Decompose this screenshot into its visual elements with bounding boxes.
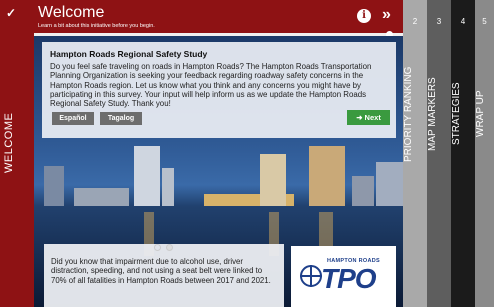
tab-number: 4	[460, 17, 466, 26]
fact-text: Did you know that impairment due to alco…	[51, 257, 271, 285]
building	[352, 176, 374, 206]
tab-priority-ranking[interactable]: 2 PRIORITY RANKING	[403, 0, 427, 307]
info-icon[interactable]: i	[357, 9, 371, 23]
espanol-button[interactable]: Español	[52, 112, 94, 125]
page-title: Welcome	[38, 4, 105, 21]
tab-map-markers[interactable]: 3 MAP MARKERS	[427, 0, 451, 307]
building	[44, 166, 64, 206]
intro-body: Do you feel safe traveling on roads in H…	[50, 62, 372, 109]
compass-icon	[300, 265, 322, 287]
building	[376, 162, 403, 206]
hrtpo-logo: HAMPTON ROADS TPO	[291, 246, 396, 307]
building	[260, 154, 286, 206]
building	[309, 146, 345, 206]
tagalog-button[interactable]: Tagalog	[100, 112, 142, 125]
tab-label: PRIORITY RANKING	[403, 66, 414, 162]
tab-wrap-up[interactable]: 5 WRAP UP	[475, 0, 494, 307]
welcome-tab-label: WELCOME	[3, 112, 15, 174]
building	[162, 168, 174, 206]
intro-card: Hampton Roads Regional Safety Study Do y…	[42, 42, 396, 138]
page-subtitle: Learn a bit about this initiative before…	[38, 23, 155, 29]
tab-number: 3	[436, 17, 442, 26]
intro-title: Hampton Roads Regional Safety Study	[50, 49, 208, 59]
tab-label: STRATEGIES	[451, 82, 462, 146]
tab-label: WRAP UP	[475, 90, 486, 138]
check-icon: ✓	[6, 6, 17, 20]
building	[134, 146, 160, 206]
carousel-dots	[154, 238, 178, 256]
header-bar: Welcome Learn a bit about this initiativ…	[34, 0, 403, 34]
tab-label: MAP MARKERS	[427, 77, 438, 151]
carousel-dot[interactable]	[154, 244, 161, 251]
building	[74, 188, 129, 206]
tab-number: 5	[482, 17, 487, 26]
next-section-button[interactable]: »	[382, 6, 391, 24]
fact-panel: Did you know that impairment due to alco…	[44, 244, 284, 307]
logo-main-text: TPO	[321, 263, 377, 294]
carousel-dot-active[interactable]	[166, 244, 173, 251]
tab-strategies[interactable]: 4 STRATEGIES	[451, 0, 475, 307]
welcome-tab[interactable]: ✓ WELCOME	[0, 0, 34, 307]
next-button[interactable]: ➜ Next	[347, 110, 390, 125]
tab-number: 2	[412, 17, 418, 26]
